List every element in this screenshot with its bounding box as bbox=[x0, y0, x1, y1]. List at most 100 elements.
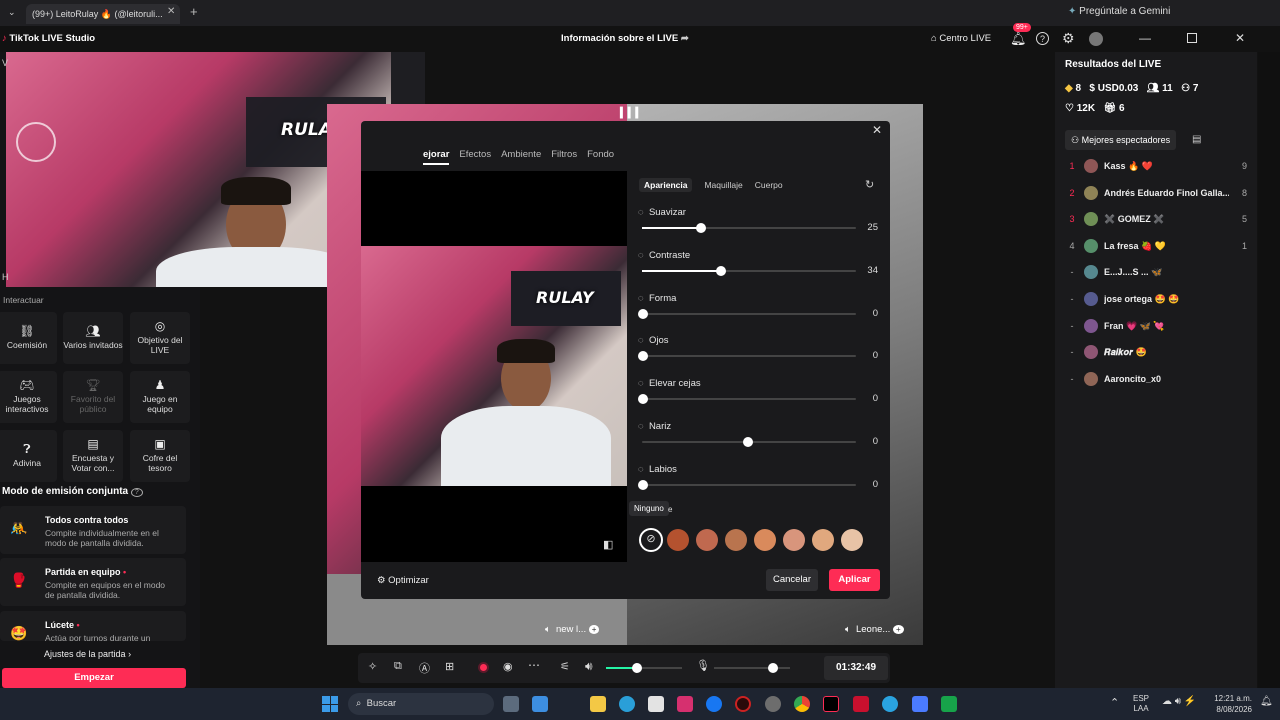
poll-tile[interactable]: ▤ Encuesta y Votar con... bbox=[63, 430, 123, 482]
edge-icon[interactable] bbox=[619, 696, 635, 712]
info-icon[interactable]: ? bbox=[130, 488, 143, 497]
mixer-icon[interactable]: ⚟ bbox=[560, 660, 570, 673]
live-info-title[interactable]: Información sobre el LIVE ➦ bbox=[561, 33, 689, 44]
gemini-button[interactable]: ✦ Pregúntale a Gemini bbox=[1068, 6, 1170, 17]
slider-knob[interactable] bbox=[638, 479, 648, 490]
layout-icon[interactable]: ⧉ bbox=[394, 660, 402, 673]
speaker-icon[interactable]: 🔈︎ bbox=[545, 624, 551, 635]
store-icon[interactable] bbox=[648, 696, 664, 712]
app-icon-red[interactable] bbox=[735, 696, 751, 712]
list-icon[interactable]: ▤ bbox=[1192, 134, 1201, 145]
viewer-row[interactable]: - 𝑹𝒂𝒊𝒌𝒐𝒓 🤩 bbox=[1067, 345, 1249, 374]
close-window-icon[interactable]: ✕ bbox=[1235, 31, 1245, 45]
instagram-icon[interactable] bbox=[677, 696, 693, 712]
cancel-button[interactable]: Cancelar bbox=[766, 569, 818, 591]
copilot-icon[interactable] bbox=[532, 696, 548, 712]
bell-icon[interactable]: 🔔︎ bbox=[1010, 31, 1027, 47]
tab-filters[interactable]: Filtros bbox=[551, 149, 577, 165]
ai-icon[interactable]: Ⓐ bbox=[419, 660, 430, 676]
skin-tone-swatch[interactable] bbox=[725, 529, 747, 551]
tray-chevron-icon[interactable]: ⌃ bbox=[1110, 696, 1119, 709]
app-icon-t[interactable] bbox=[853, 696, 869, 712]
team-game-tile[interactable]: ♟ Juego en equipo bbox=[130, 371, 190, 423]
viewer-row[interactable]: 1 Kass 🔥 ❤️ 9 bbox=[1067, 159, 1249, 188]
skin-tone-swatch[interactable] bbox=[812, 529, 834, 551]
settings-gear-icon[interactable]: ⚙ bbox=[1062, 30, 1075, 47]
reset-icon[interactable]: ↻ bbox=[865, 178, 874, 191]
coop-item-team-match[interactable]: 🥊 Partida en equipo • Compite en equipos e… bbox=[0, 558, 186, 606]
interactive-games-tile[interactable]: 🎮︎ Juegos interactivos bbox=[0, 371, 57, 423]
close-tab-icon[interactable]: ✕ bbox=[167, 6, 175, 17]
tab-list-chevron-icon[interactable]: ⌄ bbox=[8, 7, 16, 18]
tab-enhance[interactable]: ejorar bbox=[423, 149, 450, 165]
audience-favorite-tile[interactable]: 🏆︎ Favorito del público bbox=[63, 371, 123, 423]
volume-knob[interactable] bbox=[632, 663, 642, 673]
skin-tone-swatch[interactable] bbox=[754, 529, 776, 551]
more-icon[interactable]: ⋯ bbox=[528, 658, 540, 672]
slider-track[interactable] bbox=[642, 483, 856, 486]
top-viewers-button[interactable]: ⚇ Mejores espectadores bbox=[1065, 130, 1177, 150]
viewer-row[interactable]: 2 Andrés Eduardo Finol Galla... 8 bbox=[1067, 185, 1249, 215]
start-button[interactable]: Empezar bbox=[2, 668, 186, 688]
avatar[interactable] bbox=[1089, 32, 1103, 46]
facebook-icon[interactable] bbox=[706, 696, 722, 712]
coop-item-show-off[interactable]: 🤩 Lúcete • Actúa por turnos durante un bbox=[0, 611, 186, 641]
live-center-button[interactable]: ⌂ Centro LIVE bbox=[931, 33, 991, 44]
tiktok-studio-taskbar-icon[interactable] bbox=[823, 696, 839, 712]
tab-ambient[interactable]: Ambiente bbox=[501, 149, 541, 165]
mic-track[interactable] bbox=[714, 667, 790, 669]
notes-icon[interactable] bbox=[941, 696, 957, 712]
maximize-icon[interactable] bbox=[1187, 33, 1197, 43]
slider-track[interactable] bbox=[642, 355, 856, 358]
volume-icon[interactable]: 🔊︎ bbox=[585, 659, 593, 674]
treasure-chest-tile[interactable]: ▣ Cofre del tesoro bbox=[130, 430, 190, 482]
mic-knob[interactable] bbox=[768, 663, 778, 673]
slider-track[interactable] bbox=[642, 312, 856, 315]
tab-background[interactable]: Fondo bbox=[587, 149, 614, 165]
minimize-icon[interactable]: — bbox=[1139, 31, 1151, 45]
volume-track[interactable] bbox=[606, 667, 682, 669]
slider-track[interactable] bbox=[642, 227, 856, 229]
live-goal-tile[interactable]: ◎ Objetivo del LIVE bbox=[130, 312, 190, 364]
skin-tone-swatch[interactable] bbox=[841, 529, 863, 551]
effects-icon[interactable]: ◉ bbox=[503, 660, 513, 673]
chrome-icon[interactable] bbox=[794, 696, 810, 712]
dialog-close-icon[interactable]: ✕ bbox=[872, 123, 882, 137]
app-icon-blue[interactable] bbox=[912, 696, 928, 712]
speaker-icon[interactable]: 🔈︎ bbox=[845, 624, 851, 635]
file-explorer-icon[interactable] bbox=[590, 696, 606, 712]
mic-icon[interactable]: 🎙︎ bbox=[696, 659, 710, 672]
viewer-row[interactable]: - Aaroncito_x0 bbox=[1067, 371, 1249, 401]
slider-knob[interactable] bbox=[638, 351, 648, 362]
apply-button[interactable]: Aplicar bbox=[829, 569, 880, 591]
telegram-icon[interactable] bbox=[882, 696, 898, 712]
help-icon[interactable]: ? bbox=[1036, 32, 1049, 45]
add-icon[interactable]: + bbox=[892, 625, 904, 634]
record-icon[interactable] bbox=[478, 662, 489, 673]
tab-effects[interactable]: Efectos bbox=[459, 149, 491, 165]
coemision-tile[interactable]: ⛓ Coemisión bbox=[0, 312, 57, 364]
viewer-row[interactable]: - jose ortega 🤩 🤩 bbox=[1067, 292, 1249, 321]
slider-knob[interactable] bbox=[716, 265, 726, 276]
app-icon-gray[interactable] bbox=[765, 696, 781, 712]
slider-knob[interactable] bbox=[638, 394, 648, 405]
skin-tone-swatch[interactable] bbox=[696, 529, 718, 551]
compare-icon[interactable]: ◧ bbox=[603, 538, 613, 551]
coop-item-all-vs-all[interactable]: 🤼 Todos contra todos Compite individualmen… bbox=[0, 506, 186, 554]
magic-wand-icon[interactable]: ✧ bbox=[368, 660, 377, 673]
subtab-body[interactable]: Cuerpo bbox=[755, 178, 783, 192]
game-settings-link[interactable]: Ajustes de la partida › bbox=[44, 649, 131, 659]
viewer-row[interactable]: 3 ✖️ GOMEZ ✖️ 5 bbox=[1067, 212, 1249, 241]
slider-track[interactable] bbox=[642, 398, 856, 401]
viewer-row[interactable]: 4 La fresa 🍓 💛 1 bbox=[1067, 238, 1249, 268]
subtab-makeup[interactable]: Maquillaje bbox=[704, 178, 742, 192]
skin-tone-swatch[interactable] bbox=[783, 529, 805, 551]
new-tab-icon[interactable]: + bbox=[190, 4, 198, 19]
windows-start-icon[interactable] bbox=[322, 696, 338, 712]
browser-tab[interactable]: (99+) LeitoRulay 🔥 (@leitoruli... bbox=[26, 4, 180, 24]
viewer-row[interactable]: - E...J....S ... 🦋 bbox=[1067, 265, 1249, 294]
tray-icons[interactable]: ☁ 🔊︎ ⚡ bbox=[1162, 696, 1196, 707]
task-view-icon[interactable] bbox=[503, 696, 519, 712]
slider-track[interactable] bbox=[642, 269, 856, 272]
skin-tone-swatch[interactable] bbox=[667, 529, 689, 551]
